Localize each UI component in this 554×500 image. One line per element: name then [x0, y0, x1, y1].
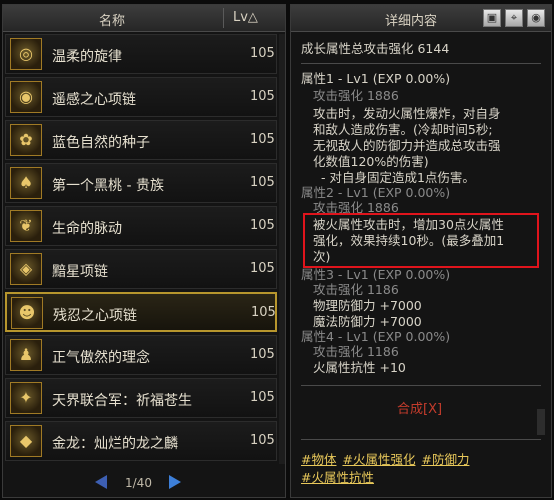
attribute-header: 属性4 - Lv1 (EXP 0.00%) [301, 329, 451, 344]
header-divider [223, 8, 224, 28]
next-page-icon[interactable] [169, 475, 181, 489]
item-name: 遥感之心项链 [52, 92, 136, 108]
swirl-icon: ◎ [10, 38, 42, 70]
tag-list: #物体 #火属性强化 #防御力 [301, 449, 541, 468]
list-item[interactable]: ◈ 黯星项链 105 [5, 249, 277, 289]
list-item[interactable]: ◎ 温柔的旋律 105 [5, 34, 277, 74]
lv-column-header[interactable]: Lv△ [233, 10, 258, 25]
tag-link[interactable]: #物体 [301, 452, 336, 467]
detail-panel: 详细内容 ▣ ⌖ ◉ 成长属性总攻击强化 6144 属性1 - Lv1 (EXP… [290, 4, 552, 498]
page-indicator: 1/40 [125, 476, 152, 490]
emblem-icon: ✦ [10, 382, 42, 414]
attribute-stat: 物理防御力 +7000 [313, 298, 422, 313]
tag-link[interactable]: #防御力 [421, 452, 469, 467]
item-name: 黯星项链 [52, 264, 108, 280]
item-level: 105 [250, 390, 275, 405]
detail-header: 详细内容 ▣ ⌖ ◉ [291, 5, 551, 32]
seed-icon: ✿ [10, 124, 42, 156]
pager: 1/40 [3, 465, 285, 497]
detail-scrollbar[interactable] [537, 409, 545, 435]
attribute-header: 属性1 - Lv1 (EXP 0.00%) [301, 71, 451, 86]
necklace-icon: ☻ [11, 297, 43, 329]
item-name: 正气傲然的理念 [52, 350, 150, 366]
item-level: 105 [250, 218, 275, 233]
prev-page-icon[interactable] [95, 475, 107, 489]
attribute-desc: 无视敌人的防御力并造成总攻击强 [313, 138, 501, 153]
tag-link[interactable]: #火属性抗性 [301, 470, 374, 485]
attribute-desc: 和敌人造成伤害。(冷却时间5秒; [313, 122, 493, 137]
list-item[interactable]: ✿ 蓝色自然的种子 105 [5, 120, 277, 160]
dragon-scale-icon: ◆ [10, 425, 42, 457]
leaf-icon: ❦ [10, 210, 42, 242]
item-level: 105 [251, 305, 276, 320]
screen-icon[interactable]: ▣ [483, 9, 501, 27]
item-level: 105 [250, 433, 275, 448]
item-level: 105 [250, 89, 275, 104]
list-item[interactable]: ◉ 遥感之心项链 105 [5, 77, 277, 117]
item-level: 105 [250, 175, 275, 190]
attribute-stat: 火属性抗性 +10 [313, 360, 406, 375]
tag-link[interactable]: #火属性强化 [342, 452, 415, 467]
item-level: 105 [250, 46, 275, 61]
name-column-header[interactable]: 名称 [99, 10, 125, 29]
item-name: 生命的脉动 [52, 221, 122, 237]
list-item-selected[interactable]: ☻ 残忍之心项链 105 [5, 292, 277, 332]
necklace-icon: ◈ [10, 253, 42, 285]
list-item[interactable]: ❦ 生命的脉动 105 [5, 206, 277, 246]
item-level: 105 [250, 347, 275, 362]
attribute-stat: 攻击强化 1886 [313, 88, 399, 103]
item-level: 105 [250, 132, 275, 147]
divider [301, 63, 541, 64]
item-name: 第一个黑桃 - 贵族 [52, 178, 164, 194]
list-scrollbar[interactable] [279, 34, 285, 464]
eye-icon[interactable]: ◉ [527, 9, 545, 27]
attribute-desc: 攻击时，发动火属性爆炸，对自身 [313, 106, 501, 121]
attribute-header: 属性3 - Lv1 (EXP 0.00%) [301, 267, 451, 282]
attribute-header: 属性2 - Lv1 (EXP 0.00%) [301, 185, 451, 200]
list-header: 名称 Lv△ [3, 5, 285, 32]
item-name: 残忍之心项链 [53, 308, 137, 324]
location-pin-icon[interactable]: ⌖ [505, 9, 523, 27]
necklace-icon: ◉ [10, 81, 42, 113]
attribute-desc: - 对自身固定造成1点伤害。 [321, 170, 475, 185]
highlight-box [303, 213, 539, 268]
compose-button[interactable]: 合成[X] [397, 398, 442, 417]
item-level: 105 [250, 261, 275, 276]
item-list-panel: 名称 Lv△ ◎ 温柔的旋律 105 ◉ 遥感之心项链 105 ✿ 蓝色自然的种… [2, 4, 286, 498]
tag-list: #火属性抗性 [301, 467, 541, 486]
divider [301, 439, 541, 440]
item-name: 温柔的旋律 [52, 49, 122, 65]
attribute-stat: 魔法防御力 +7000 [313, 314, 422, 329]
item-name: 金龙：灿烂的龙之麟 [52, 436, 178, 452]
attribute-desc: 化数值120%的伤害) [313, 154, 429, 169]
total-growth-stat: 成长属性总攻击强化 6144 [301, 41, 450, 56]
list-item[interactable]: ♠ 第一个黑桃 - 贵族 105 [5, 163, 277, 203]
item-name: 天界联合军：祈福苍生 [52, 393, 192, 409]
item-name: 蓝色自然的种子 [52, 135, 150, 151]
attribute-stat: 攻击强化 1186 [313, 282, 399, 297]
spade-card-icon: ♠ [10, 167, 42, 199]
list-item[interactable]: ♟ 正气傲然的理念 105 [5, 335, 277, 375]
figures-icon: ♟ [10, 339, 42, 371]
list-item[interactable]: ✦ 天界联合军：祈福苍生 105 [5, 378, 277, 418]
attribute-stat: 攻击强化 1186 [313, 344, 399, 359]
list-item[interactable]: ◆ 金龙：灿烂的龙之麟 105 [5, 421, 277, 461]
divider [301, 385, 541, 386]
detail-title: 详细内容 [385, 14, 438, 29]
